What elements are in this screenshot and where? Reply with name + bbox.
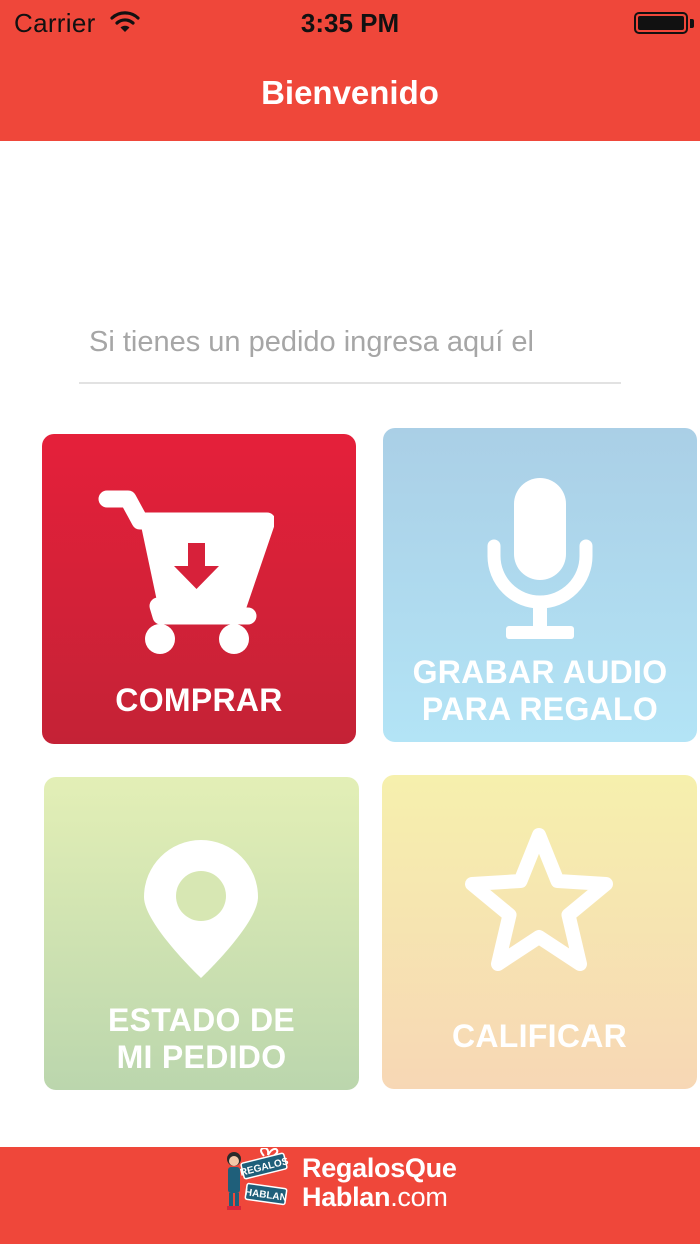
comprar-button[interactable]: COMPRAR [42, 434, 356, 744]
cart-download-icon [98, 490, 274, 654]
top-bar: Carrier 3:35 PM Bienvenido [0, 0, 700, 141]
estado-pedido-label: ESTADO DE MI PEDIDO [44, 1002, 359, 1076]
page-title: Bienvenido [261, 74, 439, 111]
battery-tip [690, 19, 694, 28]
status-bar: Carrier 3:35 PM [0, 0, 700, 50]
brand-name-line2: Hablan.com [302, 1182, 448, 1213]
brand-name-domain: .com [390, 1182, 448, 1212]
comprar-label: COMPRAR [115, 682, 283, 718]
estado-pedido-button[interactable]: ESTADO DE MI PEDIDO [44, 777, 359, 1090]
calificar-button[interactable]: CALIFICAR [382, 775, 697, 1089]
brand-name-hablan: Hablan [302, 1182, 391, 1212]
grabar-audio-button[interactable]: GRABAR AUDIO PARA REGALO [383, 428, 697, 742]
calificar-label: CALIFICAR [451, 1018, 628, 1054]
star-icon [465, 828, 613, 971]
estado-pedido-label-line2: MI PEDIDO [116, 1039, 287, 1075]
clock: 3:35 PM [300, 8, 400, 38]
grabar-audio-label-line2: PARA REGALO [421, 691, 659, 727]
order-number-input[interactable] [79, 302, 621, 384]
brand-mascot-logo: REGALOS HABLAN [227, 1148, 290, 1210]
grabar-audio-label-line1: GRABAR AUDIO [412, 654, 668, 690]
map-pin-icon [144, 840, 258, 978]
grabar-audio-label: GRABAR AUDIO PARA REGALO [383, 654, 697, 728]
microphone-icon [487, 478, 593, 639]
estado-pedido-label-line1: ESTADO DE [107, 1002, 295, 1038]
brand-name-line1: RegalosQue [302, 1153, 457, 1183]
battery-icon [634, 12, 688, 34]
